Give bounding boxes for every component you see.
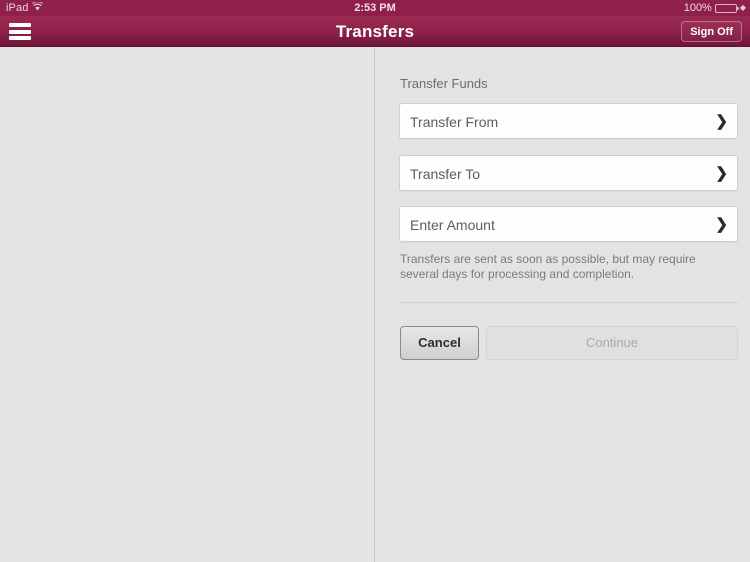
battery-percent-label: 100% [683,2,712,14]
disclaimer-text: Transfers are sent as soon as possible, … [400,252,696,281]
section-title: Transfer Funds [400,76,488,91]
sign-off-button[interactable]: Sign Off [681,21,742,42]
content-area: Transfer Funds Transfer From ❯ Transfer … [0,47,750,562]
transfer-form-pane: Transfer Funds Transfer From ❯ Transfer … [376,47,750,562]
transfer-to-field[interactable]: Transfer To ❯ [399,155,738,191]
transfer-from-label: Transfer From [410,114,499,130]
page-title: Transfers [335,22,415,41]
status-bar-time: 2:53 PM [354,2,396,14]
form-divider [399,302,738,303]
plug-icon: ◆ [739,3,746,12]
battery-icon [714,3,739,13]
transfer-from-field[interactable]: Transfer From ❯ [399,103,738,139]
chevron-right-icon: ❯ [715,216,728,233]
enter-amount-label: Enter Amount [410,217,495,233]
chevron-right-icon: ❯ [715,113,728,130]
left-pane [0,47,375,562]
enter-amount-field[interactable]: Enter Amount ❯ [399,206,738,242]
status-bar-right: 100% ◆ [684,0,746,16]
status-bar: iPad 2:53 PM 100% ◆ [0,0,750,16]
continue-button[interactable]: Continue [486,326,738,360]
chevron-right-icon: ❯ [715,165,728,182]
app-root: iPad 2:53 PM 100% ◆ Transfers Sign Off T… [0,0,750,562]
nav-bar: Transfers Sign Off [0,16,750,47]
transfer-to-label: Transfer To [410,166,481,182]
cancel-button[interactable]: Cancel [400,326,479,360]
